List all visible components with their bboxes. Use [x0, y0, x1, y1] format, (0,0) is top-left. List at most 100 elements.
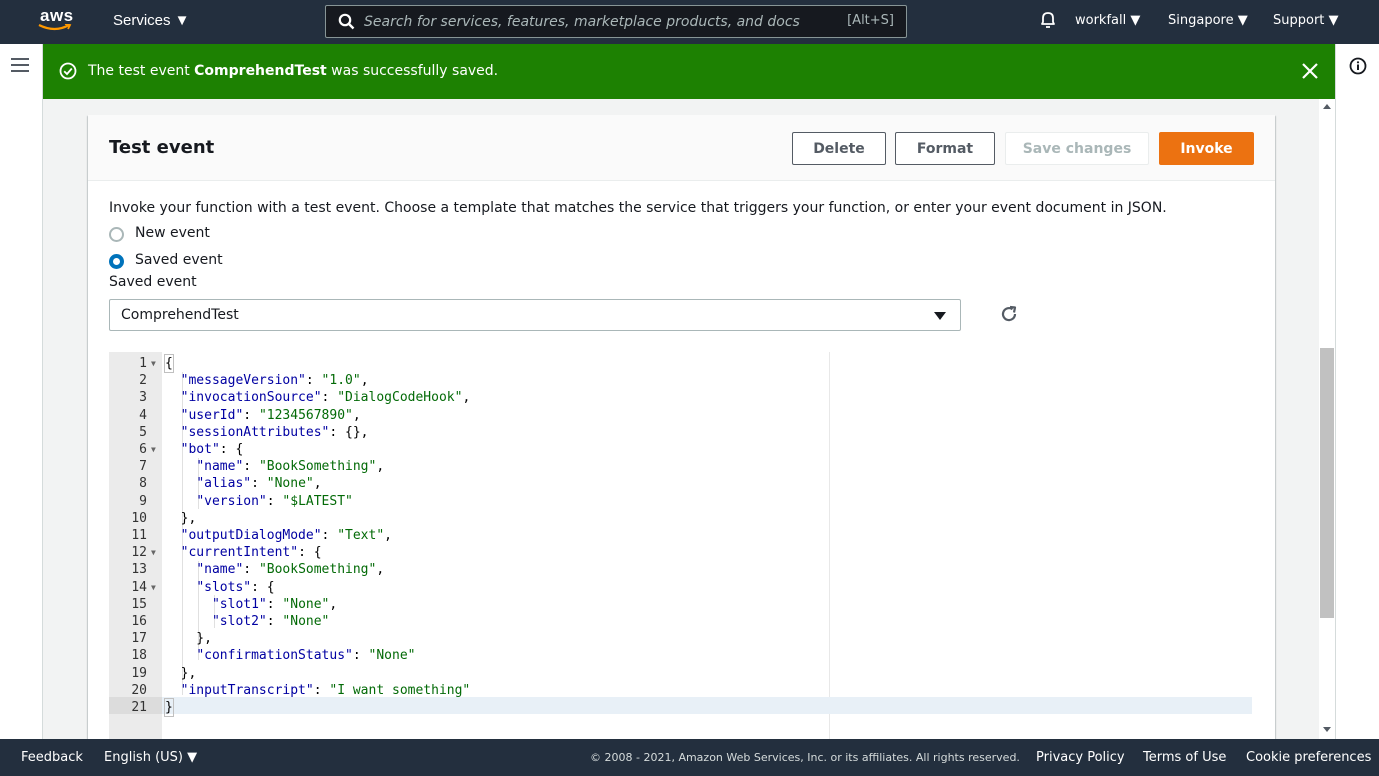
- line-number: 15: [131, 596, 147, 612]
- line-number: 16: [131, 614, 147, 629]
- cookie-preferences-link[interactable]: Cookie preferences: [1246, 750, 1371, 765]
- fold-arrow-icon[interactable]: ▼: [151, 355, 156, 372]
- line-number: 1: [139, 356, 147, 371]
- line-number: 5: [139, 424, 147, 440]
- line-number: 14: [131, 579, 147, 595]
- info-icon[interactable]: [1349, 57, 1367, 80]
- success-check-icon: [59, 62, 77, 85]
- code-text: "slot2": "None": [211, 614, 330, 629]
- code-text: "slots": {: [196, 579, 275, 595]
- language-selector[interactable]: English (US) ▼: [104, 750, 197, 765]
- scroll-down-arrow-icon[interactable]: [1323, 727, 1331, 732]
- code-text: "messageVersion": "1.0",: [180, 373, 369, 389]
- panel-header: Test event Delete Format Save changes In…: [88, 115, 1275, 181]
- code-text: "name": "BookSomething",: [196, 459, 385, 475]
- code-text: "confirmationStatus": "None": [196, 648, 416, 664]
- region-menu[interactable]: Singapore ▼: [1168, 13, 1248, 28]
- help-panel-strip: [1335, 44, 1379, 739]
- code-text: "name": "BookSomething",: [196, 562, 385, 578]
- scrollbar-thumb[interactable]: [1320, 348, 1334, 618]
- vertical-scrollbar[interactable]: [1319, 99, 1335, 739]
- side-navigation-strip: [0, 44, 43, 739]
- flash-message: The test event ComprehendTest was succes…: [88, 63, 498, 79]
- flash-message-prefix: The test event: [88, 63, 195, 79]
- code-text: }: [164, 698, 174, 717]
- panel-title: Test event: [109, 137, 215, 158]
- success-flash-banner: The test event ComprehendTest was succes…: [43, 44, 1335, 99]
- json-code-editor[interactable]: 1 ▼ {2 "messageVersion": "1.0", 3 "invocati…: [109, 352, 1252, 739]
- test-event-panel: Test event Delete Format Save changes In…: [88, 115, 1275, 739]
- radio-new-event-label: New event: [135, 225, 210, 241]
- invoke-button[interactable]: Invoke: [1159, 132, 1254, 165]
- account-menu[interactable]: workfall ▼: [1075, 13, 1140, 28]
- scroll-up-arrow-icon[interactable]: [1323, 104, 1331, 109]
- code-text: },: [165, 631, 212, 647]
- smile-icon: [38, 24, 72, 31]
- line-number: 4: [139, 407, 147, 423]
- caret-down-icon: [934, 312, 946, 320]
- privacy-policy-link[interactable]: Privacy Policy: [1036, 750, 1125, 765]
- radio-saved-event-label: Saved event: [135, 252, 223, 268]
- line-number: 9: [139, 493, 147, 509]
- code-text: "bot": {: [180, 442, 244, 457]
- refresh-icon[interactable]: [999, 304, 1019, 329]
- code-text: "alias": "None",: [196, 476, 322, 492]
- close-icon[interactable]: [1301, 62, 1319, 85]
- notifications-bell-icon[interactable]: [1038, 10, 1058, 35]
- flash-message-suffix: was successfully saved.: [326, 63, 499, 79]
- panel-description: Invoke your function with a test event. …: [109, 200, 1167, 216]
- line-number: 17: [131, 631, 147, 647]
- search-icon: [338, 13, 355, 35]
- fold-arrow-icon[interactable]: ▼: [151, 544, 156, 561]
- flash-event-name: ComprehendTest: [194, 63, 327, 79]
- line-number: 2: [139, 373, 147, 389]
- support-menu[interactable]: Support ▼: [1273, 13, 1339, 28]
- code-text: "outputDialogMode": "Text",: [180, 528, 392, 543]
- search-box[interactable]: [Alt+S]: [325, 5, 907, 38]
- code-text: "invocationSource": "DialogCodeHook",: [180, 390, 471, 406]
- code-text: "inputTranscript": "I want something": [180, 682, 471, 698]
- main-content: Test event Delete Format Save changes In…: [43, 99, 1335, 739]
- footer: Feedback English (US) ▼ © 2008 - 2021, A…: [0, 739, 1379, 776]
- fold-arrow-icon[interactable]: ▼: [151, 441, 156, 458]
- copyright-text: © 2008 - 2021, Amazon Web Services, Inc.…: [590, 751, 1020, 764]
- code-text: "currentIntent": {: [180, 545, 322, 561]
- terms-of-use-link[interactable]: Terms of Use: [1143, 750, 1226, 765]
- code-text: {: [164, 354, 174, 373]
- code-text: "slot1": "None",: [211, 596, 338, 612]
- code-text: "version": "$LATEST": [196, 493, 353, 509]
- line-number: 19: [131, 665, 147, 681]
- save-changes-button[interactable]: Save changes: [1005, 132, 1149, 165]
- saved-event-label: Saved event: [109, 274, 197, 290]
- code-text: "sessionAttributes": {},: [180, 424, 369, 440]
- saved-event-select[interactable]: ComprehendTest: [109, 299, 961, 331]
- hamburger-menu-icon[interactable]: [11, 58, 29, 77]
- feedback-link[interactable]: Feedback: [21, 750, 83, 765]
- aws-logo[interactable]: aws: [38, 6, 80, 36]
- services-menu[interactable]: Services ▼: [113, 12, 190, 29]
- line-number: 8: [139, 476, 147, 492]
- code-text: },: [165, 510, 197, 526]
- radio-saved-event-circle[interactable]: [109, 254, 124, 269]
- line-number: 6: [139, 442, 147, 457]
- line-number: 12: [131, 545, 147, 561]
- line-number: 21: [131, 700, 147, 715]
- line-number: 7: [139, 459, 147, 475]
- line-number: 20: [131, 682, 147, 698]
- search-input[interactable]: [364, 11, 824, 33]
- format-button[interactable]: Format: [895, 132, 995, 165]
- fold-arrow-icon[interactable]: ▼: [151, 579, 156, 596]
- line-number: 3: [139, 390, 147, 406]
- delete-button[interactable]: Delete: [792, 132, 886, 165]
- print-margin: [829, 352, 830, 739]
- line-number: 18: [131, 648, 147, 664]
- line-number: 13: [131, 562, 147, 578]
- radio-new-event-circle[interactable]: [109, 227, 124, 242]
- code-text: "userId": "1234567890",: [180, 407, 361, 423]
- logo-text: aws: [40, 6, 74, 25]
- code-text: },: [165, 665, 197, 681]
- line-number: 10: [131, 510, 147, 526]
- search-shortcut: [Alt+S]: [847, 13, 894, 28]
- saved-event-value: ComprehendTest: [121, 307, 239, 323]
- active-line-highlight: [162, 697, 1252, 714]
